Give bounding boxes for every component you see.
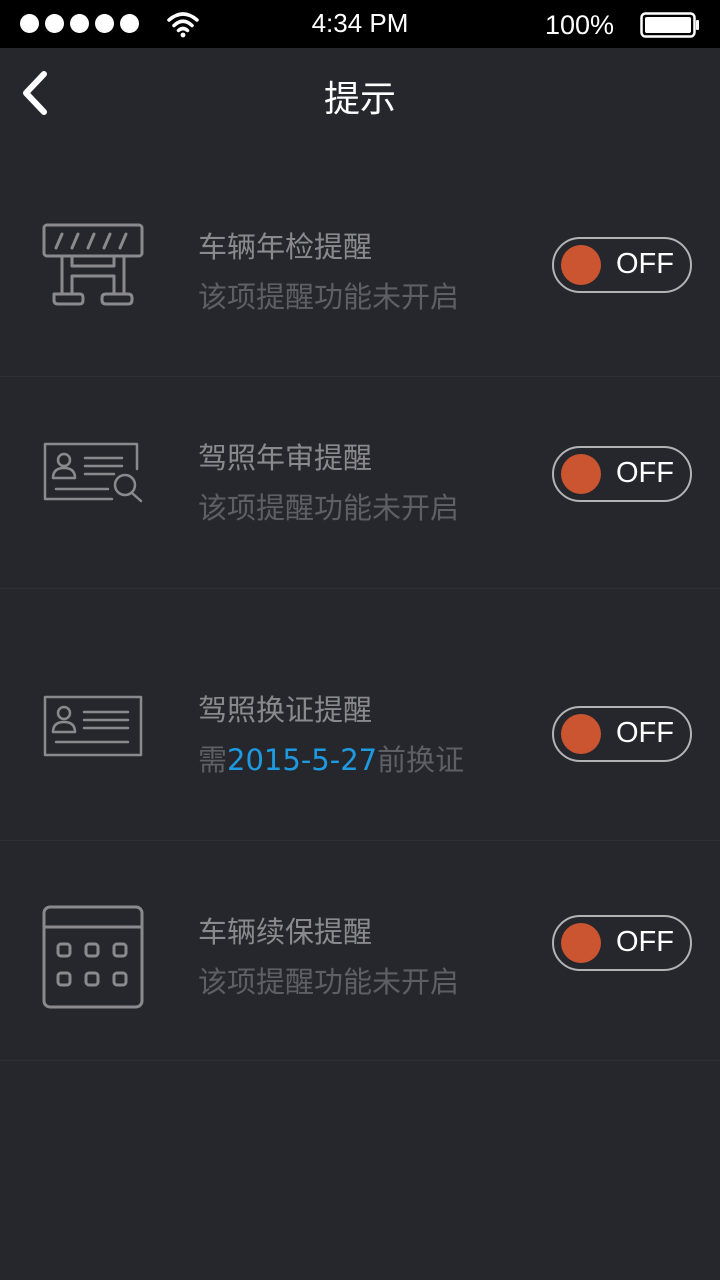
reminder-status: 该项提醒功能未开启 xyxy=(198,280,460,314)
nav-bar: 提示 xyxy=(0,48,720,140)
toggle-knob xyxy=(561,714,601,754)
deadline-prefix: 需 xyxy=(198,743,228,777)
license-search-icon xyxy=(43,442,143,503)
deadline-date: 2015-5-27 xyxy=(227,743,378,777)
reminder-status: 该项提醒功能未开启 xyxy=(198,491,460,525)
reminder-screen: 4:34 PM 100% 提示 车辆年检提醒 该项提醒功能未开启 OFF 驾照年… xyxy=(0,0,720,1280)
battery-icon xyxy=(640,12,699,38)
reminder-row-license-review: 驾照年审提醒 该项提醒功能未开启 OFF xyxy=(0,377,720,589)
toggle-knob xyxy=(561,454,601,494)
license-card-icon xyxy=(43,695,143,757)
calendar-icon xyxy=(42,905,144,1009)
toggle-knob xyxy=(561,923,601,963)
renewal-deadline: 需2015-5-27前换证 xyxy=(198,737,464,779)
reminder-row-insurance-renewal: 车辆续保提醒 该项提醒功能未开启 OFF xyxy=(0,841,720,1061)
toggle-label: OFF xyxy=(616,717,674,749)
reminder-row-annual-inspection: 车辆年检提醒 该项提醒功能未开启 OFF xyxy=(0,160,720,377)
toggle-knob xyxy=(561,245,601,285)
deadline-suffix: 前换证 xyxy=(377,743,465,777)
reminder-title: 车辆续保提醒 xyxy=(198,915,373,949)
reminder-title: 驾照换证提醒 xyxy=(198,693,373,727)
reminder-toggle[interactable]: OFF xyxy=(552,915,692,971)
reminder-title: 车辆年检提醒 xyxy=(198,230,373,264)
toggle-label: OFF xyxy=(616,457,674,489)
toggle-label: OFF xyxy=(616,926,674,958)
page-title: 提示 xyxy=(323,79,396,120)
reminder-title: 驾照年审提醒 xyxy=(198,441,373,475)
reminder-toggle[interactable]: OFF xyxy=(552,237,692,293)
toggle-label: OFF xyxy=(616,248,674,280)
reminder-row-license-renewal: 驾照换证提醒 需2015-5-27前换证 OFF xyxy=(0,589,720,841)
barrier-icon xyxy=(42,223,144,306)
reminder-toggle[interactable]: OFF xyxy=(552,706,692,762)
reminder-toggle[interactable]: OFF xyxy=(552,446,692,502)
battery-percent: 100% xyxy=(545,10,615,40)
status-bar: 4:34 PM 100% xyxy=(0,0,720,48)
reminder-status: 该项提醒功能未开启 xyxy=(198,965,460,999)
